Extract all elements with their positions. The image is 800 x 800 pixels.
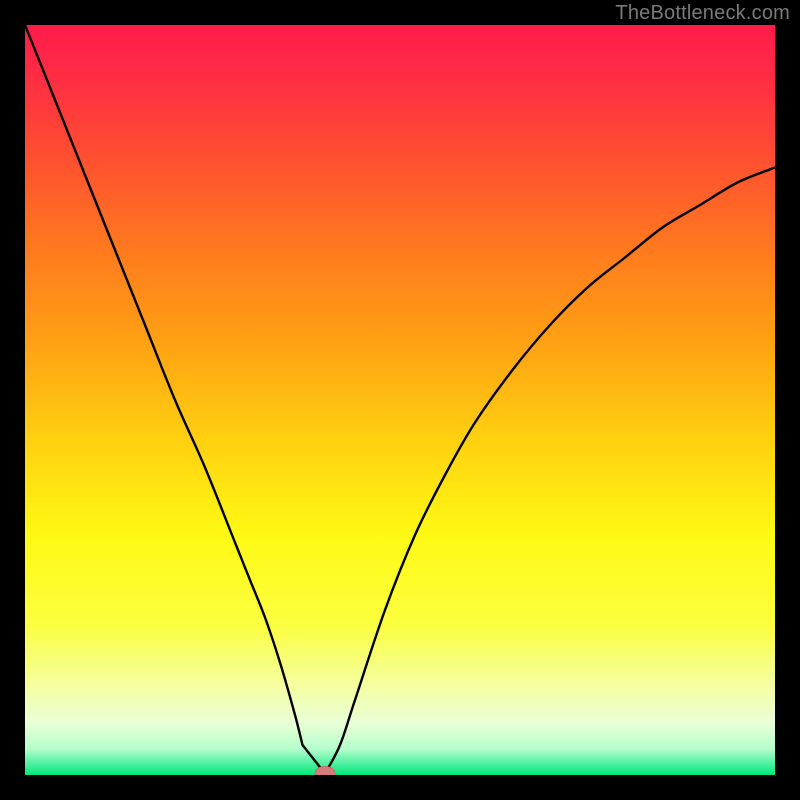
plot-area xyxy=(25,25,775,775)
watermark-text: TheBottleneck.com xyxy=(615,2,790,25)
chart-container: TheBottleneck.com xyxy=(0,0,800,800)
chart-svg xyxy=(25,25,775,775)
gradient-background xyxy=(25,25,775,775)
